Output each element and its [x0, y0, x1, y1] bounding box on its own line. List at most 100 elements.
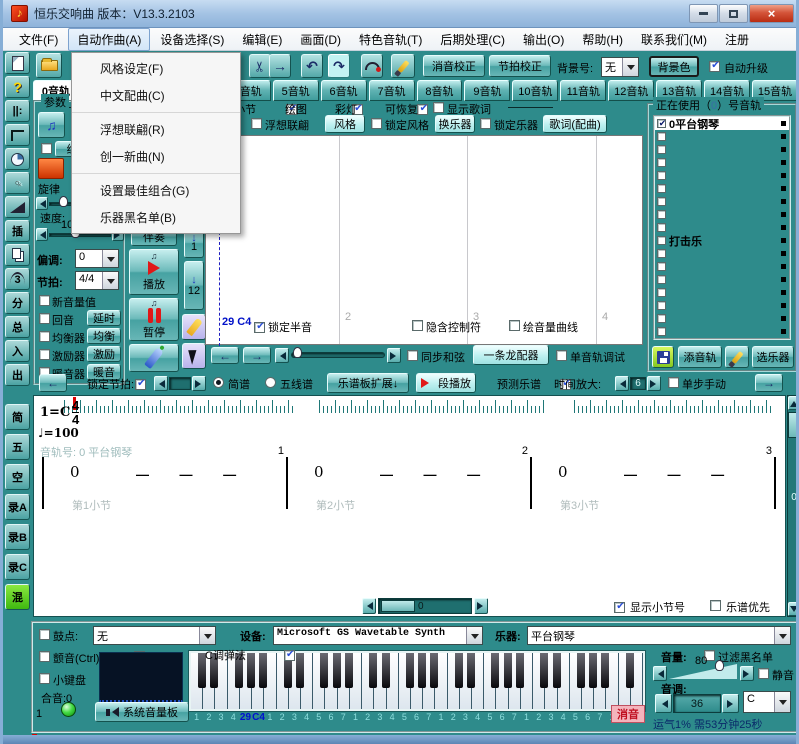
piano-key[interactable]: 1 [191, 653, 203, 709]
canvas-slider-right[interactable] [387, 348, 401, 363]
cut-button[interactable]: ✂ [249, 54, 271, 78]
undo-button[interactable]: ↶ [301, 54, 323, 78]
exciter-checkbox[interactable] [39, 349, 50, 360]
beat-fix-button[interactable]: 节拍校正 [489, 55, 551, 77]
background-color-button[interactable]: 背景色 [649, 56, 699, 77]
zoom-spin-right[interactable] [647, 376, 661, 391]
menu-item[interactable]: 设置最佳组合(G) [72, 177, 240, 204]
instrument-checkbox[interactable] [657, 119, 666, 128]
scroll-left-button[interactable]: ← [211, 347, 239, 364]
score-hscroll-track[interactable]: 0 [378, 598, 472, 614]
canvas-slider-track[interactable] [291, 352, 385, 358]
device-select[interactable]: Microsoft GS Wavetable Synth [273, 626, 483, 645]
echo-checkbox[interactable] [39, 313, 50, 324]
instrument-checkbox[interactable] [657, 171, 666, 180]
sidebar-tool-button[interactable] [5, 172, 30, 194]
close-button[interactable]: × [749, 4, 794, 23]
menubar-item[interactable]: 文件(F) [11, 29, 66, 50]
instrument-checkbox[interactable] [657, 288, 666, 297]
volume-slider-right[interactable] [740, 666, 754, 681]
menu-item[interactable]: 创一新曲(N) [72, 143, 240, 174]
beat-select[interactable]: 4/4 [75, 271, 119, 290]
vscroll-down-button[interactable] [788, 602, 799, 616]
offset-select[interactable]: 0 [75, 249, 119, 268]
piano-key[interactable]: 5 [313, 653, 325, 709]
music-source-button[interactable]: ♫ [38, 112, 65, 138]
equalizer-checkbox[interactable] [39, 331, 50, 342]
draw-volume-checkbox[interactable] [509, 320, 520, 331]
menu-item[interactable]: 浮想联翩(R) [72, 116, 240, 143]
instrument-row[interactable] [655, 130, 789, 143]
background-num-select[interactable]: 无 [601, 57, 639, 77]
sidebar-tool-button[interactable] [5, 124, 30, 146]
vscroll-up-button[interactable] [788, 396, 799, 410]
style-button[interactable]: 风格 [325, 115, 365, 133]
menu-item[interactable]: 乐器黑名单(B) [72, 204, 240, 231]
sidebar-mode-button[interactable]: 录C [5, 554, 30, 580]
pitch-spin-left[interactable] [655, 694, 672, 713]
piano-key[interactable]: 5 [399, 653, 411, 709]
instrument-checkbox[interactable] [657, 262, 666, 271]
score-back-button[interactable]: ← [39, 374, 67, 392]
sidebar-tool-button[interactable]: ? [5, 76, 30, 98]
dropdown-arrow-icon[interactable] [774, 627, 790, 644]
paste-insert-button[interactable]: → [269, 54, 291, 78]
mute-fix-button[interactable]: 消音校正 [423, 55, 485, 77]
instrument-checkbox[interactable] [657, 301, 666, 310]
lyrics-button[interactable]: 歌词(配曲) [543, 115, 607, 133]
menubar-item[interactable]: 设备选择(S) [152, 29, 232, 50]
instrument-row[interactable] [655, 156, 789, 169]
instrument-row[interactable]: 打击乐 [655, 234, 789, 247]
mute-button[interactable]: 消音 [611, 705, 645, 723]
select-tool-button[interactable] [182, 343, 206, 369]
change-instrument-button[interactable]: 换乐器 [435, 115, 475, 133]
menubar-item[interactable]: 画面(D) [292, 29, 349, 50]
track-tab[interactable]: 12音轨 [608, 80, 654, 101]
menu-item[interactable]: 风格设定(F) [72, 55, 240, 82]
brush-tool-button[interactable] [391, 54, 415, 78]
instrument-row[interactable] [655, 325, 789, 338]
staff-radio[interactable] [265, 377, 276, 388]
beat-spin-right[interactable] [192, 376, 206, 391]
sidebar-tool-button[interactable] [5, 244, 30, 266]
piano-key[interactable]: 2 [619, 653, 631, 709]
choose-instrument-button[interactable]: 选乐器 [752, 346, 794, 368]
instrument-checkbox[interactable] [657, 210, 666, 219]
sidebar-tool-button[interactable]: 插 [5, 220, 30, 242]
menu-item[interactable]: 中文配曲(C) [72, 82, 240, 113]
track-tab[interactable]: 9音轨 [464, 80, 510, 101]
melody-slider-left[interactable] [36, 197, 48, 210]
sidebar-tool-button[interactable] [5, 148, 30, 170]
drum-beat-select[interactable]: 无 [93, 626, 216, 645]
instrument-row[interactable] [655, 299, 789, 312]
sidebar-mode-button[interactable]: 简 [5, 404, 30, 430]
instrument-checkbox[interactable] [657, 236, 666, 245]
instrument-checkbox[interactable] [657, 249, 666, 258]
piano-key[interactable]: 2 [533, 653, 545, 709]
drum-kit-icon[interactable] [38, 158, 64, 179]
save-track-button[interactable] [652, 346, 674, 368]
step-down-12[interactable]: ↓ 12 [184, 261, 204, 310]
dropdown-arrow-icon[interactable] [199, 627, 215, 644]
new-volume-checkbox[interactable] [39, 295, 50, 306]
piano-key[interactable]: 2 [277, 653, 289, 709]
dropdown-arrow-icon[interactable] [102, 272, 118, 289]
melody-slider-knob[interactable] [59, 196, 68, 207]
piano-key[interactable]: 2 [448, 653, 460, 709]
mono-debug-checkbox[interactable] [556, 350, 567, 361]
scroll-right-button[interactable]: → [243, 347, 271, 364]
instrument-row[interactable] [655, 169, 789, 182]
one-stop-orchestration-button[interactable]: 一条龙配器 [473, 345, 549, 365]
speed-slider-left[interactable] [36, 228, 48, 241]
measure[interactable]: 3 0 — — — 第3小节 [530, 457, 774, 509]
vscroll-thumb[interactable] [788, 412, 799, 438]
sidebar-mode-button[interactable]: 录A [5, 494, 30, 520]
menubar-item[interactable]: 联系我们(M) [633, 29, 715, 50]
add-track-button[interactable]: 添音轨 [678, 346, 722, 368]
c-style-checkbox[interactable] [284, 650, 295, 661]
volume-slider-left[interactable] [653, 666, 667, 681]
title-bar[interactable]: ♪ 恒乐交响曲 版本：V13.3.2103 × [3, 0, 799, 28]
track-tab[interactable]: 10音轨 [512, 80, 558, 101]
sidebar-tool-button[interactable] [5, 52, 30, 74]
beat-spin-field[interactable] [169, 377, 191, 390]
